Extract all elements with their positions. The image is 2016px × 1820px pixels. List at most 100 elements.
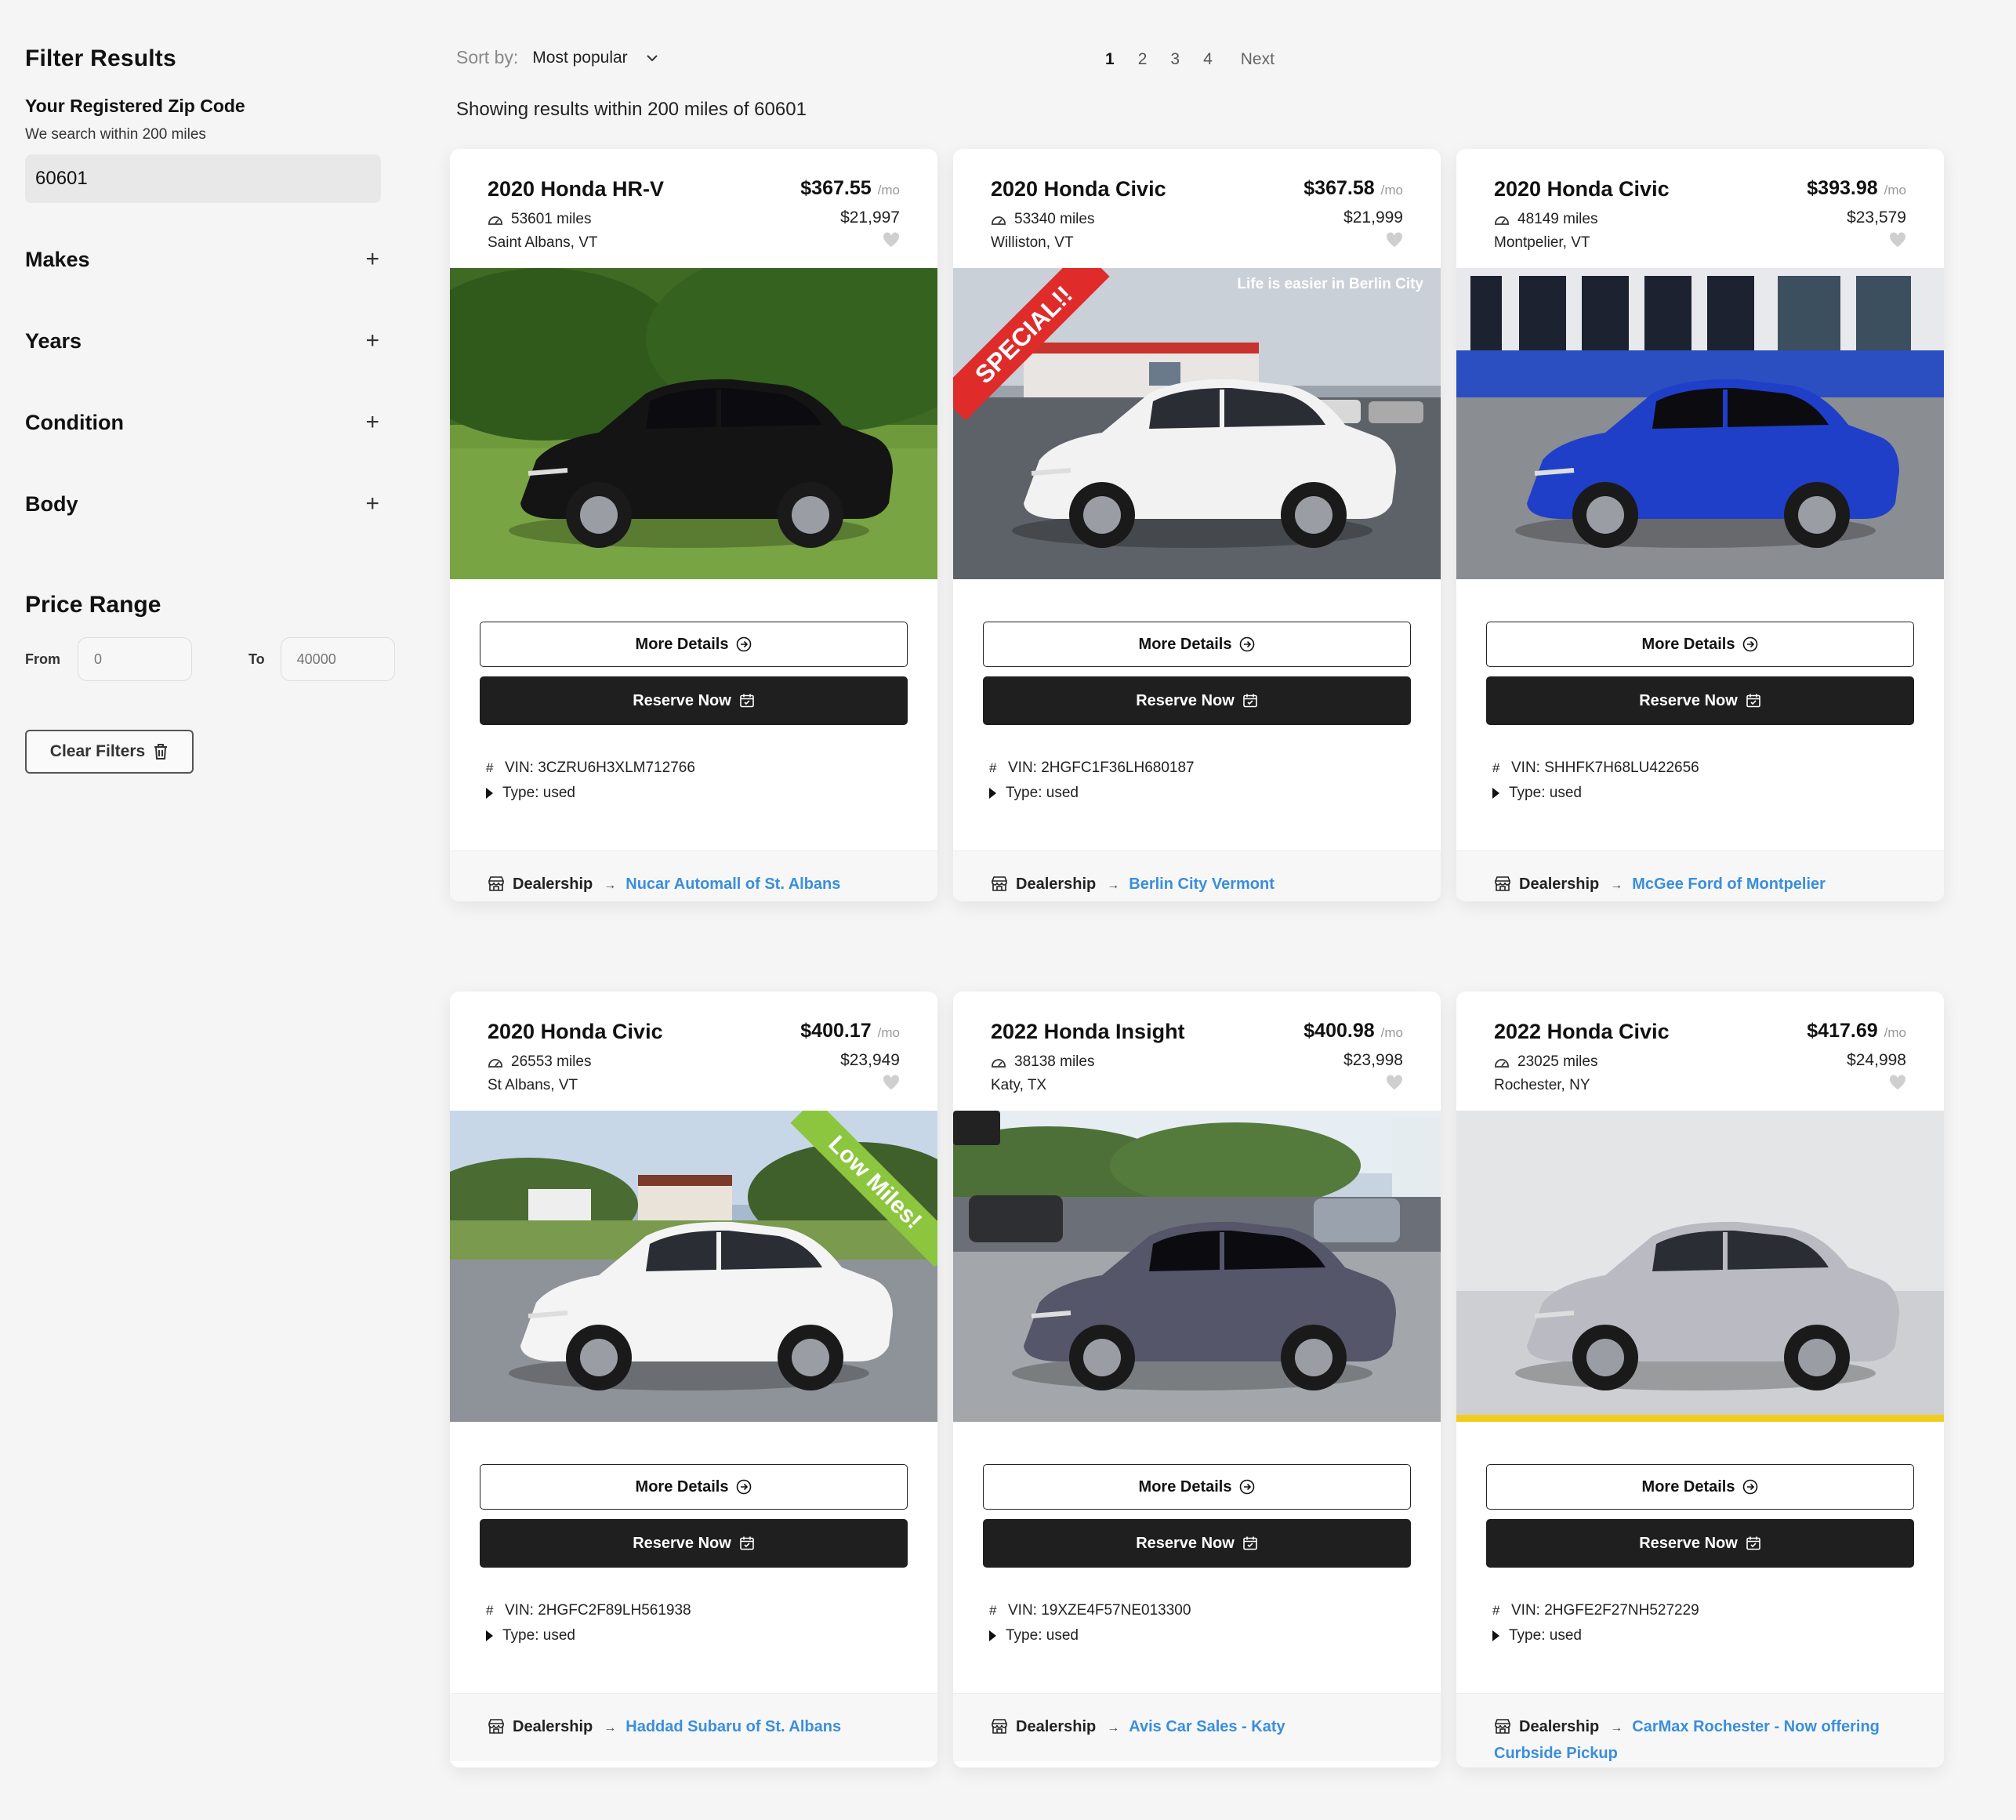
monthly-amount: $400.98 (1304, 1020, 1375, 1042)
plus-icon[interactable]: + (365, 409, 379, 436)
results-toolbar: Sort by: Most popular 1 2 3 4 Next (456, 44, 2016, 75)
type-row[interactable]: Type: used (1492, 785, 1908, 802)
reserve-now-button[interactable]: Reserve Now (1486, 676, 1914, 725)
dealership-link[interactable]: Nucar Automall of St. Albans (625, 876, 840, 893)
reserve-now-button[interactable]: Reserve Now (983, 1519, 1411, 1568)
dealership-footer: Dealership → McGee Ford of Montpelier (1456, 850, 1944, 901)
car-price: $24,998 (1847, 1051, 1906, 1069)
page-2[interactable]: 2 (1138, 50, 1148, 69)
favorite-heart-icon[interactable] (1889, 1075, 1906, 1090)
car-photo[interactable] (450, 268, 937, 579)
odometer-icon (992, 216, 1006, 225)
chevron-down-icon[interactable] (644, 49, 661, 67)
dealership-footer: Dealership → Avis Car Sales - Katy (953, 1693, 1441, 1761)
car-photo[interactable] (1456, 1111, 1944, 1422)
dealership-label: Dealership (1519, 876, 1600, 893)
card-header: 2020 Honda Civic $393.98/mo 48149 miles … (1456, 149, 1944, 268)
more-details-button[interactable]: More Details (1486, 622, 1914, 667)
photo-caption: Life is easier in Berlin City (1237, 276, 1423, 292)
facet-condition[interactable]: Condition + (25, 382, 381, 463)
favorite-heart-icon[interactable] (1386, 232, 1403, 248)
type-row[interactable]: Type: used (486, 785, 901, 802)
car-photo[interactable]: SPECIAL!! Life is easier in Berlin City (953, 268, 1441, 579)
reserve-now-button[interactable]: Reserve Now (480, 1519, 908, 1568)
filter-sidebar: Filter Results Your Registered Zip Code … (25, 45, 395, 774)
disclosure-triangle-icon[interactable] (486, 1630, 493, 1641)
disclosure-triangle-icon[interactable] (1492, 788, 1499, 799)
favorite-heart-icon[interactable] (1889, 232, 1906, 248)
disclosure-triangle-icon[interactable] (989, 1630, 996, 1641)
calendar-check-icon (1243, 1536, 1257, 1550)
more-details-button[interactable]: More Details (480, 622, 908, 667)
type-row[interactable]: Type: used (989, 785, 1405, 802)
vehicle-meta: # VIN: 2HGFE2F27NH527229 Type: used (1456, 1568, 1944, 1693)
mileage: 53340 miles (991, 211, 1403, 228)
favorite-heart-icon[interactable] (883, 1075, 900, 1090)
reserve-now-button[interactable]: Reserve Now (480, 676, 908, 725)
arrow-right-icon: → (604, 879, 617, 892)
more-details-button[interactable]: More Details (983, 622, 1411, 667)
car-photo[interactable]: Low Miles! (450, 1111, 937, 1422)
results-summary: Showing results within 200 miles of 6060… (456, 99, 807, 120)
price-from-input[interactable] (78, 637, 192, 681)
reserve-now-button[interactable]: Reserve Now (1486, 1519, 1914, 1568)
zip-input[interactable] (25, 154, 381, 203)
facet-years[interactable]: Years + (25, 300, 381, 382)
favorite-heart-icon[interactable] (883, 232, 900, 248)
mileage-value: 53601 miles (511, 211, 592, 227)
vehicle-meta: # VIN: 19XZE4F57NE013300 Type: used (953, 1568, 1441, 1693)
vehicle-meta: # VIN: 2HGFC2F89LH561938 Type: used (450, 1568, 937, 1693)
more-details-button[interactable]: More Details (983, 1464, 1411, 1510)
facet-label: Condition (25, 410, 124, 434)
clear-filters-button[interactable]: Clear Filters (25, 730, 194, 774)
car-price: $23,579 (1847, 208, 1906, 227)
more-details-button[interactable]: More Details (480, 1464, 908, 1510)
per-month-label: /mo (877, 1025, 900, 1040)
type-row[interactable]: Type: used (1492, 1627, 1908, 1644)
favorite-heart-icon[interactable] (1386, 1075, 1403, 1090)
facet-makes[interactable]: Makes + (25, 219, 381, 300)
dealership-link[interactable]: McGee Ford of Montpelier (1632, 876, 1826, 893)
price-to-input[interactable] (280, 637, 395, 681)
car-price: $21,999 (1343, 208, 1403, 227)
disclosure-triangle-icon[interactable] (989, 788, 996, 799)
page-4[interactable]: 4 (1203, 50, 1213, 69)
more-details-button[interactable]: More Details (1486, 1464, 1914, 1510)
type-value: Type: used (502, 1627, 575, 1644)
plus-icon[interactable]: + (365, 491, 379, 517)
facet-label: Years (25, 328, 82, 353)
dealership-footer: Dealership → Haddad Subaru of St. Albans (450, 1693, 937, 1761)
arrow-right-icon: → (1107, 1721, 1120, 1735)
car-photo[interactable] (953, 1111, 1441, 1422)
car-card: 2022 Honda Insight $400.98/mo 38138 mile… (953, 992, 1441, 1767)
sort-dropdown[interactable]: Sort by: Most popular (456, 47, 661, 68)
next-page-link[interactable]: Next (1241, 50, 1275, 69)
car-photo[interactable] (1456, 268, 1944, 579)
reserve-now-button[interactable]: Reserve Now (983, 676, 1411, 725)
trash-icon (154, 744, 168, 760)
disclosure-triangle-icon[interactable] (486, 788, 493, 799)
car-location: Saint Albans, VT (488, 234, 598, 251)
monthly-amount: $393.98 (1807, 177, 1878, 199)
disclosure-triangle-icon[interactable] (1492, 1630, 1499, 1641)
dealership-link[interactable]: Berlin City Vermont (1129, 876, 1275, 893)
page-1[interactable]: 1 (1105, 50, 1115, 69)
type-row[interactable]: Type: used (989, 1627, 1405, 1644)
clear-filters-label: Clear Filters (49, 742, 146, 760)
dealership-link[interactable]: Haddad Subaru of St. Albans (625, 1718, 841, 1735)
monthly-payment: $367.58/mo (1304, 177, 1403, 200)
facet-body[interactable]: Body + (25, 463, 381, 545)
card-actions: More Details Reserve Now (450, 579, 937, 725)
plus-icon[interactable]: + (365, 328, 379, 354)
plus-icon[interactable]: + (365, 246, 379, 273)
page-3[interactable]: 3 (1170, 50, 1180, 69)
dealership-link[interactable]: Avis Car Sales - Katy (1129, 1718, 1285, 1735)
sort-value[interactable]: Most popular (532, 49, 627, 67)
card-header: 2020 Honda HR-V $367.55/mo 53601 miles S… (450, 149, 937, 268)
monthly-payment: $393.98/mo (1807, 177, 1906, 200)
vin-row: # VIN: 19XZE4F57NE013300 (989, 1602, 1405, 1619)
price-to-label: To (248, 651, 265, 667)
car-card: 2020 Honda HR-V $367.55/mo 53601 miles S… (450, 149, 937, 901)
type-row[interactable]: Type: used (486, 1627, 901, 1644)
hash-icon: # (486, 1603, 494, 1618)
